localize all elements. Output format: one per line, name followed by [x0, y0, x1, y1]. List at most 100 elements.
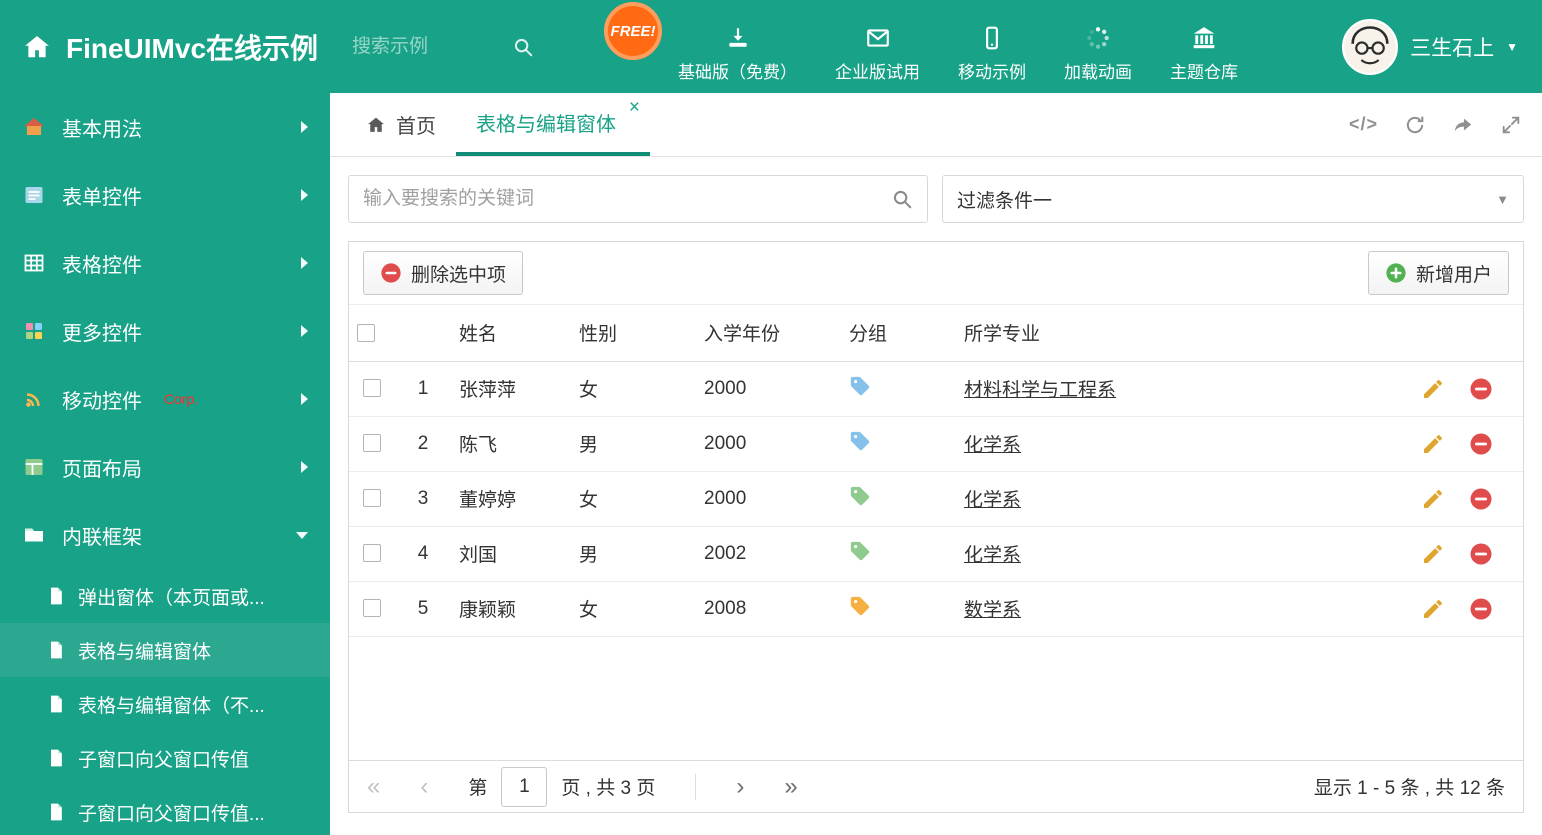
pagination-summary: 显示 1 - 5 条 , 共 12 条: [1313, 778, 1505, 799]
keyword-search-box: [348, 175, 928, 223]
search-icon[interactable]: [512, 36, 534, 58]
edit-icon[interactable]: [1421, 432, 1445, 456]
page-number-input[interactable]: [501, 766, 548, 807]
next-page-button[interactable]: ›: [736, 774, 744, 799]
sidebar-subitem-child-to-parent[interactable]: 子窗口向父窗口传值: [0, 731, 330, 785]
delete-icon[interactable]: [1469, 597, 1493, 621]
nav-basic-edition[interactable]: 基础版（免费）: [678, 11, 797, 83]
sidebar-item-mobile-controls[interactable]: 移动控件 Corp.: [0, 365, 330, 433]
source-code-icon[interactable]: </>: [1349, 114, 1378, 135]
file-icon: [46, 640, 66, 660]
sidebar-subitem-label: 弹出窗体（本页面或...: [78, 587, 265, 609]
delete-icon[interactable]: [1469, 377, 1493, 401]
sidebar-subitem-label: 表格与编辑窗体: [78, 641, 212, 663]
sidebar-item-label: 表单控件: [62, 186, 142, 209]
row-checkbox[interactable]: [363, 544, 381, 563]
edit-icon[interactable]: [1421, 597, 1445, 621]
chevron-right-icon: [301, 461, 308, 473]
prev-page-button[interactable]: ‹: [420, 774, 428, 799]
major-link[interactable]: 化学系: [964, 435, 1021, 456]
user-menu[interactable]: 三生石上 ▼: [1342, 18, 1518, 75]
file-icon: [46, 802, 66, 822]
share-icon[interactable]: [1452, 114, 1474, 136]
sidebar-subitem-child-to-parent-2[interactable]: 子窗口向父窗口传值...: [0, 785, 330, 835]
row-checkbox[interactable]: [363, 489, 381, 508]
major-link[interactable]: 化学系: [964, 545, 1021, 566]
grid-toolbar: 删除选中项 新增用户: [349, 242, 1523, 305]
nav-label: 移动示例: [958, 62, 1027, 82]
sidebar-item-label: 表格控件: [62, 254, 142, 277]
data-table: 姓名 性别 入学年份 分组 所学专业 1 张萍萍 女 2000 材料科学与工程系: [349, 305, 1523, 637]
sidebar-subitem-grid-edit-window-2[interactable]: 表格与编辑窗体（不...: [0, 677, 330, 731]
sidebar-subitem-grid-edit-window[interactable]: 表格与编辑窗体: [0, 623, 330, 677]
tab-grid-edit-window[interactable]: 表格与编辑窗体 ×: [456, 93, 650, 156]
row-name: 陈飞: [451, 416, 571, 472]
refresh-icon[interactable]: [1404, 114, 1426, 136]
edit-icon[interactable]: [1421, 542, 1445, 566]
chevron-right-icon: [301, 325, 308, 337]
keyword-search-input[interactable]: [363, 188, 891, 210]
row-gender: 男: [571, 526, 696, 582]
row-gender: 女: [571, 581, 696, 637]
caret-down-icon: ▼: [1496, 191, 1509, 207]
delete-icon[interactable]: [1469, 432, 1493, 456]
nav-theme-store[interactable]: 主题仓库: [1170, 11, 1238, 83]
sidebar-subitem-label: 表格与编辑窗体（不...: [78, 695, 265, 717]
widgets-icon: [22, 319, 46, 343]
sidebar-item-iframe[interactable]: 内联框架: [0, 501, 330, 569]
chevron-right-icon: [301, 257, 308, 269]
col-header-gender: 性别: [571, 305, 696, 362]
sidebar-item-page-layout[interactable]: 页面布局: [0, 433, 330, 501]
nav-mobile-demo[interactable]: 移动示例: [958, 11, 1026, 83]
row-name: 康颖颖: [451, 581, 571, 637]
row-gender: 男: [571, 416, 696, 472]
search-icon[interactable]: [891, 188, 913, 210]
select-all-checkbox[interactable]: [357, 323, 375, 342]
first-page-button[interactable]: «: [367, 774, 380, 799]
close-icon[interactable]: ×: [629, 98, 640, 117]
header-nav: 基础版（免费） 企业版试用 移动示例 加载动画 主题仓库: [678, 11, 1238, 83]
envelope-icon: [866, 28, 889, 47]
row-checkbox[interactable]: [363, 599, 381, 618]
row-name: 张萍萍: [451, 361, 571, 417]
row-checkbox[interactable]: [363, 379, 381, 398]
chevron-down-icon: [296, 531, 308, 539]
add-user-button[interactable]: 新增用户: [1367, 251, 1509, 295]
filter-dropdown[interactable]: 过滤条件一 ▼: [942, 175, 1524, 223]
file-icon: [46, 748, 66, 768]
plus-circle-icon: [1385, 262, 1407, 284]
row-checkbox[interactable]: [363, 434, 381, 453]
tab-home[interactable]: 首页: [346, 93, 456, 156]
delete-icon[interactable]: [1469, 542, 1493, 566]
edit-icon[interactable]: [1421, 377, 1445, 401]
major-link[interactable]: 材料科学与工程系: [964, 380, 1116, 401]
free-badge[interactable]: FREE!: [604, 2, 663, 60]
sidebar-item-form-controls[interactable]: 表单控件: [0, 161, 330, 229]
home-icon: [22, 115, 46, 139]
row-year: 2002: [696, 526, 841, 582]
row-index: 2: [395, 416, 451, 472]
last-page-button[interactable]: »: [784, 774, 797, 799]
delete-selected-button[interactable]: 删除选中项: [363, 251, 524, 295]
table-row: 5 康颖颖 女 2008 数学系: [349, 581, 1523, 637]
nav-label: 基础版（免费）: [678, 62, 798, 82]
table-icon: [22, 251, 46, 275]
sidebar-item-basic-usage[interactable]: 基本用法: [0, 93, 330, 161]
major-link[interactable]: 数学系: [964, 600, 1021, 621]
header-search-input[interactable]: [352, 35, 503, 58]
app-title: FineUIMvc在线示例: [66, 32, 319, 64]
delete-icon[interactable]: [1469, 487, 1493, 511]
sidebar-subitem-popup-window[interactable]: 弹出窗体（本页面或...: [0, 569, 330, 623]
sidebar-item-more-controls[interactable]: 更多控件: [0, 297, 330, 365]
chevron-right-icon: [301, 189, 308, 201]
expand-icon[interactable]: [1500, 114, 1522, 136]
nav-enterprise-trial[interactable]: 企业版试用: [835, 11, 920, 83]
pagination: « ‹ 第 页 , 共 3 页 › » 显示 1 - 5 条 , 共 12 条: [349, 760, 1523, 812]
major-link[interactable]: 化学系: [964, 490, 1021, 511]
edit-icon[interactable]: [1421, 487, 1445, 511]
row-name: 刘国: [451, 526, 571, 582]
sidebar-item-grid-controls[interactable]: 表格控件: [0, 229, 330, 297]
nav-loading-animation[interactable]: 加载动画: [1064, 11, 1132, 83]
brand[interactable]: FineUIMvc在线示例: [22, 27, 318, 67]
sidebar-subitem-label: 子窗口向父窗口传值: [78, 749, 250, 771]
